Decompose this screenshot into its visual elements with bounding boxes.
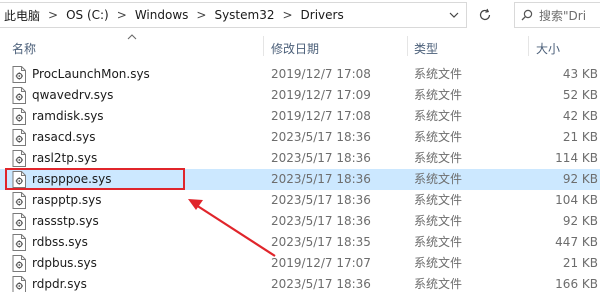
breadcrumb-os-drive[interactable]: OS (C:): [58, 8, 109, 22]
table-row[interactable]: ramdisk.sys 2019/12/7 17:08 系统文件 42 KB: [0, 106, 600, 127]
file-type: 系统文件: [414, 235, 463, 249]
sys-file-gear-icon: [12, 192, 26, 213]
breadcrumb-separator[interactable]: >: [188, 8, 206, 22]
breadcrumb[interactable]: 此电脑 > OS (C:) > Windows > System32 > Dri…: [0, 2, 467, 28]
sys-file-gear-icon: [12, 108, 26, 129]
file-date: 2023/5/17 18:36: [271, 214, 371, 228]
sys-file-gear-icon: [12, 66, 26, 87]
file-type: 系统文件: [414, 151, 463, 165]
column-name[interactable]: 名称: [12, 30, 36, 60]
column-type[interactable]: 类型: [414, 30, 438, 60]
table-row[interactable]: rasacd.sys 2023/5/17 18:36 系统文件 21 KB: [0, 127, 600, 148]
annotation-highlight-box: [5, 168, 185, 190]
file-size: 52 KB: [562, 88, 598, 102]
breadcrumb-separator[interactable]: >: [109, 8, 127, 22]
breadcrumb-separator[interactable]: >: [274, 8, 292, 22]
table-row[interactable]: rassstp.sys 2023/5/17 18:36 系统文件 92 KB: [0, 211, 600, 232]
file-name[interactable]: ProcLaunchMon.sys: [32, 64, 150, 85]
file-date: 2023/5/17 18:36: [271, 277, 371, 291]
search-input[interactable]: 搜索"Dri: [539, 7, 586, 24]
file-size: 21 KB: [562, 256, 598, 270]
file-name[interactable]: ramdisk.sys: [32, 106, 104, 127]
file-size: 43 KB: [562, 67, 598, 81]
file-date: 2023/5/17 18:36: [271, 172, 371, 186]
file-size: 21 KB: [562, 130, 598, 144]
sys-file-gear-icon: [12, 87, 26, 108]
file-size: 92 KB: [562, 214, 598, 228]
table-row[interactable]: rdbss.sys 2023/5/17 18:35 系统文件 447 KB: [0, 232, 600, 253]
file-date: 2019/12/7 17:07: [271, 256, 371, 270]
file-size: 42 KB: [562, 109, 598, 123]
sys-file-gear-icon: [12, 276, 26, 292]
table-row[interactable]: rasl2tp.sys 2023/5/17 18:36 系统文件 114 KB: [0, 148, 600, 169]
sys-file-gear-icon: [12, 213, 26, 234]
sys-file-gear-icon: [12, 234, 26, 255]
file-type: 系统文件: [414, 88, 463, 102]
file-type: 系统文件: [414, 256, 463, 270]
file-name[interactable]: rdbss.sys: [32, 232, 88, 253]
breadcrumb-windows[interactable]: Windows: [127, 8, 189, 22]
column-divider[interactable]: [528, 36, 529, 56]
file-type: 系统文件: [414, 67, 463, 81]
address-bar: 此电脑 > OS (C:) > Windows > System32 > Dri…: [0, 0, 600, 30]
file-date: 2023/5/17 18:36: [271, 130, 371, 144]
file-type: 系统文件: [414, 130, 463, 144]
file-type: 系统文件: [414, 214, 463, 228]
file-type: 系统文件: [414, 277, 463, 291]
chevron-down-icon[interactable]: [442, 3, 466, 27]
file-type: 系统文件: [414, 172, 463, 186]
file-name[interactable]: rdpbus.sys: [32, 253, 97, 274]
sort-up-icon: [127, 33, 137, 43]
file-name[interactable]: rasl2tp.sys: [32, 148, 97, 169]
breadcrumb-drivers[interactable]: Drivers: [293, 8, 344, 22]
file-size: 104 KB: [555, 193, 598, 207]
file-name[interactable]: raspptp.sys: [32, 190, 102, 211]
sys-file-gear-icon: [12, 129, 26, 150]
breadcrumb-separator[interactable]: >: [40, 8, 58, 22]
file-date: 2019/12/7 17:09: [271, 88, 371, 102]
file-size: 166 KB: [555, 277, 598, 291]
column-date[interactable]: 修改日期: [271, 30, 319, 60]
table-row[interactable]: qwavedrv.sys 2019/12/7 17:09 系统文件 52 KB: [0, 85, 600, 106]
table-row[interactable]: rdpbus.sys 2019/12/7 17:07 系统文件 21 KB: [0, 253, 600, 274]
table-row[interactable]: rdpdr.sys 2023/5/17 18:36 系统文件 166 KB: [0, 274, 600, 292]
file-type: 系统文件: [414, 109, 463, 123]
column-divider[interactable]: [263, 36, 264, 56]
breadcrumb-this-pc[interactable]: 此电脑: [0, 7, 40, 24]
search-icon: [515, 9, 539, 21]
file-name[interactable]: rassstp.sys: [32, 211, 99, 232]
breadcrumb-system32[interactable]: System32: [206, 8, 274, 22]
file-name[interactable]: rdpdr.sys: [32, 274, 87, 292]
file-name[interactable]: qwavedrv.sys: [32, 85, 113, 106]
column-size[interactable]: 大小: [536, 30, 560, 60]
file-size: 447 KB: [555, 235, 598, 249]
file-name[interactable]: rasacd.sys: [32, 127, 96, 148]
file-type: 系统文件: [414, 193, 463, 207]
file-date: 2019/12/7 17:08: [271, 109, 371, 123]
sys-file-gear-icon: [12, 255, 26, 276]
file-date: 2019/12/7 17:08: [271, 67, 371, 81]
table-row[interactable]: ProcLaunchMon.sys 2019/12/7 17:08 系统文件 4…: [0, 64, 600, 85]
refresh-icon[interactable]: [472, 2, 498, 28]
file-date: 2023/5/17 18:35: [271, 235, 371, 249]
table-row[interactable]: raspptp.sys 2023/5/17 18:36 系统文件 104 KB: [0, 190, 600, 211]
file-date: 2023/5/17 18:36: [271, 193, 371, 207]
search-box[interactable]: 搜索"Dri: [514, 2, 600, 28]
file-size: 92 KB: [562, 172, 598, 186]
file-size: 114 KB: [555, 151, 598, 165]
column-divider[interactable]: [407, 36, 408, 56]
file-date: 2023/5/17 18:36: [271, 151, 371, 165]
